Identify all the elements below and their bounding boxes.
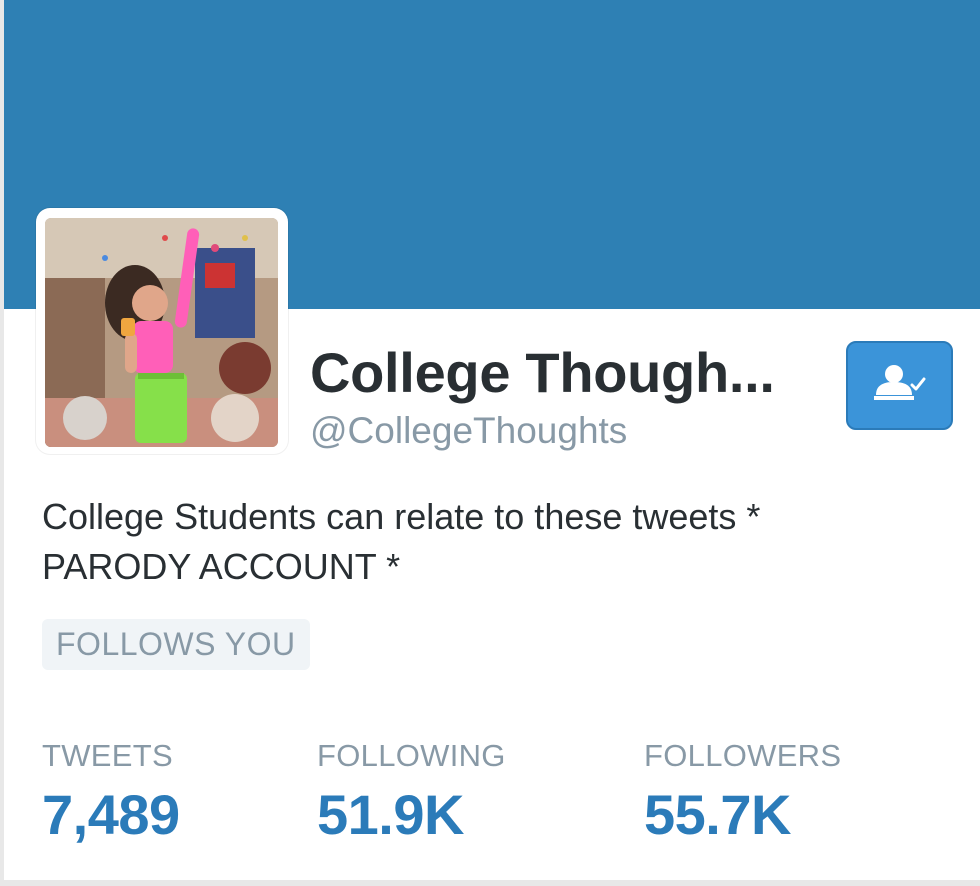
stat-following[interactable]: FOLLOWING 51.9K — [317, 738, 506, 847]
stat-value: 55.7K — [644, 783, 791, 846]
card-pointer — [66, 866, 94, 880]
avatar[interactable] — [45, 218, 278, 447]
follows-you-badge: FOLLOWS YOU — [42, 619, 310, 670]
bio-line: PARODY ACCOUNT * — [42, 546, 401, 587]
stat-value: 51.9K — [317, 783, 464, 846]
stat-label: FOLLOWERS — [644, 738, 842, 773]
avatar-frame — [36, 208, 288, 454]
stat-followers[interactable]: FOLLOWERS 55.7K — [644, 738, 841, 847]
following-button[interactable] — [846, 341, 953, 430]
bio-line: College Students can relate to these twe… — [42, 496, 761, 537]
user-following-icon — [872, 363, 928, 408]
profile-name[interactable]: College Though... — [310, 340, 775, 405]
stat-label: FOLLOWING — [317, 738, 506, 773]
stat-tweets[interactable]: TWEETS 7,489 — [42, 738, 180, 847]
profile-bio: College Students can relate to these twe… — [42, 492, 942, 592]
stat-label: TWEETS — [42, 738, 173, 773]
stat-value: 7,489 — [42, 783, 180, 846]
profile-handle[interactable]: @CollegeThoughts — [310, 410, 627, 452]
profile-card: College Though... @CollegeThoughts Colle… — [4, 0, 980, 880]
